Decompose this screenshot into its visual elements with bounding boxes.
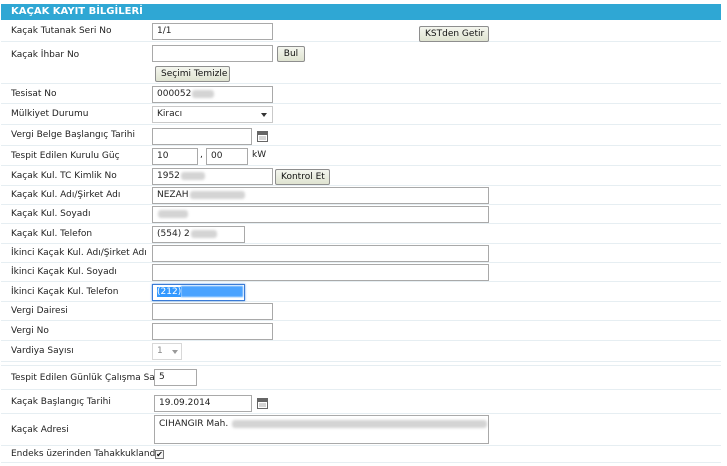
row-ikinci-telefon: İkinci Kaçak Kul. Telefon (212) — [1, 282, 721, 302]
mulkiyet-value: Kiracı — [157, 109, 183, 119]
tutanak-seri-no-input[interactable]: 1/1 — [152, 23, 273, 40]
label-calisma-saati: Tespit Edilen Günlük Çalışma Saati — [11, 372, 167, 383]
row-tesisat-no: Tesisat No 000052 — [1, 84, 721, 104]
endeks-checkbox[interactable]: ✔ — [155, 450, 164, 459]
row-tc-kimlik: Kaçak Kul. TC Kimlik No 1952 Kontrol Et — [1, 166, 721, 186]
label-tutanak-seri-no: Kaçak Tutanak Seri No — [11, 26, 112, 36]
label-adres: Kaçak Adresi — [11, 424, 69, 435]
row-telefon: Kaçak Kul. Telefon (554) 2 — [1, 224, 721, 244]
row-secimi-temizle: Seçimi Temizle — [1, 64, 721, 84]
label-mulkiyet: Mülkiyet Durumu — [11, 109, 89, 119]
adres-textarea[interactable]: CIHANGIR Mah. — [154, 415, 489, 444]
row-soyadi: Kaçak Kul. Soyadı — [1, 205, 721, 224]
redacted-blur — [192, 89, 215, 98]
bul-button[interactable]: Bul — [277, 46, 305, 62]
baslangic-tarihi-input[interactable]: 19.09.2014 — [154, 395, 252, 412]
label-endeks: Endeks üzerinden Tahakkuklandır — [11, 449, 162, 459]
ikinci-soyadi-input[interactable] — [152, 264, 489, 281]
check-icon: ✔ — [156, 450, 163, 459]
mulkiyet-select[interactable]: Kiracı — [152, 106, 273, 123]
adi-value: NEZAH — [157, 190, 189, 200]
row-vardiya: Vardiya Sayısı 1 — [1, 341, 721, 362]
row-tutanak-seri-no: Kaçak Tutanak Seri No 1/1 KSTden Getir — [1, 21, 721, 42]
kontrol-et-button[interactable]: Kontrol Et — [275, 169, 330, 185]
kurulu-guc-dec-input[interactable]: 00 — [206, 148, 248, 165]
tesisat-no-value: 000052 — [157, 89, 192, 99]
label-baslangic-tarihi: Kaçak Başlangıç Tarihi — [11, 396, 111, 407]
vergi-no-input[interactable] — [152, 323, 273, 340]
row-ikinci-adi: İkinci Kaçak Kul. Adı/Şirket Adı — [1, 244, 721, 263]
row-vergi-baslangic: Vergi Belge Başlangıç Tarihi — [1, 125, 721, 146]
kurulu-guc-int-input[interactable]: 10 — [152, 148, 198, 165]
telefon-value: (554) 2 — [157, 229, 190, 239]
adi-input[interactable]: NEZAH — [152, 187, 489, 204]
label-vergi-dairesi: Vergi Dairesi — [11, 306, 68, 316]
section-header: KAÇAK KAYIT BİLGİLERİ — [1, 4, 721, 20]
vardiya-select[interactable]: 1 — [152, 343, 182, 360]
section-title: KAÇAK KAYIT BİLGİLERİ — [11, 6, 143, 17]
redacted-blur — [189, 190, 245, 199]
vergi-baslangic-input[interactable] — [152, 128, 252, 145]
row-endeks: Endeks üzerinden Tahakkuklandır ✔ — [1, 446, 721, 463]
label-tc-kimlik: Kaçak Kul. TC Kimlik No — [11, 170, 117, 181]
row-ikinci-soyadi: İkinci Kaçak Kul. Soyadı — [1, 263, 721, 282]
label-vardiya: Vardiya Sayısı — [11, 346, 74, 356]
chevron-down-icon — [261, 113, 267, 117]
label-ikinci-telefon: İkinci Kaçak Kul. Telefon — [11, 286, 119, 297]
calendar-icon[interactable] — [257, 131, 268, 142]
row-adi: Kaçak Kul. Adı/Şirket Adı NEZAH — [1, 186, 721, 205]
decimal-separator: , — [200, 150, 203, 160]
redacted-blur — [158, 209, 188, 218]
row-adres: Kaçak Adresi CIHANGIR Mah. — [1, 414, 721, 446]
redacted-blur — [190, 229, 217, 238]
ikinci-telefon-value: (212) — [157, 287, 182, 297]
secimi-temizle-button[interactable]: Seçimi Temizle — [155, 66, 230, 82]
kst-getir-button[interactable]: KSTden Getir — [419, 26, 489, 42]
row-vergi-dairesi: Vergi Dairesi — [1, 302, 721, 321]
label-ikinci-soyadi: İkinci Kaçak Kul. Soyadı — [11, 267, 117, 277]
tc-kimlik-input[interactable]: 1952 — [152, 168, 273, 185]
label-ikinci-adi: İkinci Kaçak Kul. Adı/Şirket Adı — [11, 248, 147, 258]
ikinci-adi-input[interactable] — [152, 245, 489, 262]
row-ihbar-no: Kaçak İhbar No Bul — [1, 42, 721, 64]
tc-kimlik-value: 1952 — [157, 171, 180, 181]
label-vergi-no: Vergi No — [11, 325, 49, 336]
calendar-icon[interactable] — [257, 398, 268, 409]
label-telefon: Kaçak Kul. Telefon — [11, 228, 93, 239]
label-kurulu-guc: Tespit Edilen Kurulu Güç — [11, 150, 120, 161]
row-baslangic-tarihi: Kaçak Başlangıç Tarihi 19.09.2014 — [1, 390, 721, 414]
calisma-saati-input[interactable]: 5 — [154, 369, 197, 386]
row-calisma-saati: Tespit Edilen Günlük Çalışma Saati 5 — [1, 366, 721, 390]
redacted-blur — [181, 286, 244, 297]
ikinci-telefon-input[interactable]: (212) — [152, 284, 245, 301]
row-kurulu-guc: Tespit Edilen Kurulu Güç 10 , 00 kW — [1, 146, 721, 166]
soyadi-input[interactable] — [152, 206, 489, 223]
label-adi: Kaçak Kul. Adı/Şirket Adı — [11, 190, 121, 200]
unit-kw: kW — [252, 150, 267, 160]
ihbar-no-input[interactable] — [152, 45, 273, 62]
tesisat-no-input[interactable]: 000052 — [152, 86, 273, 103]
row-vergi-no: Vergi No — [1, 321, 721, 341]
label-soyadi: Kaçak Kul. Soyadı — [11, 209, 91, 219]
redacted-blur — [180, 171, 205, 180]
label-tesisat-no: Tesisat No — [11, 88, 57, 99]
telefon-input[interactable]: (554) 2 — [152, 226, 245, 243]
label-vergi-baslangic: Vergi Belge Başlangıç Tarihi — [11, 130, 135, 140]
redacted-blur — [232, 419, 488, 428]
adres-value: CIHANGIR Mah. — [159, 419, 229, 429]
row-mulkiyet: Mülkiyet Durumu Kiracı — [1, 104, 721, 125]
vergi-dairesi-input[interactable] — [152, 303, 273, 320]
label-ihbar-no: Kaçak İhbar No — [11, 50, 80, 60]
chevron-down-icon — [172, 350, 178, 354]
vardiya-value: 1 — [157, 346, 163, 356]
